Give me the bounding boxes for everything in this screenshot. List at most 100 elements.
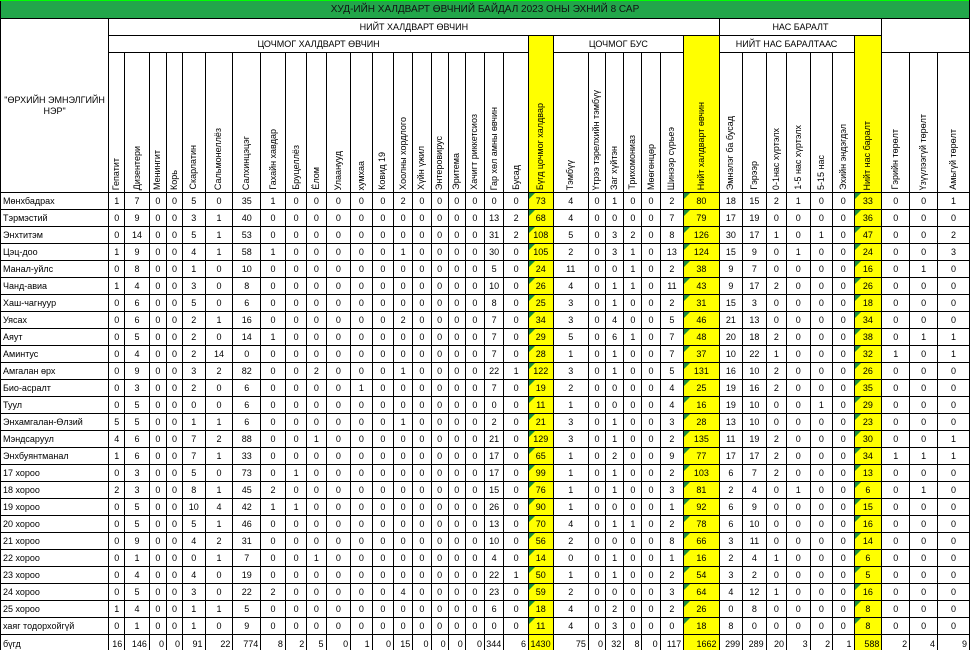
cell-value: 0 — [108, 294, 126, 312]
cell-value: 0 — [284, 583, 308, 601]
cell-value: 1 — [786, 243, 811, 261]
cell-value: 0 — [765, 243, 788, 261]
cell-value: 0 — [371, 498, 395, 516]
cell-value: 774 — [232, 634, 262, 650]
cell-value: 15 — [484, 481, 505, 499]
cell-value: 0 — [605, 532, 625, 550]
cell-value: 0 — [832, 345, 855, 363]
cell-value: 16 — [718, 362, 744, 380]
cell-value: 75 — [552, 634, 589, 650]
cell-value: 7 — [659, 328, 685, 346]
cell-value: 0 — [412, 294, 432, 312]
table-row: 18 хороо 2 3 0 0 8 1 45 2 0 0 0 0 0 0 0 0 0 0 15 0 76 1 0 1 0 0 3 81… — [0, 481, 970, 499]
cell-value: 3 — [659, 481, 685, 499]
facility-name: 21 хороо — [0, 532, 110, 550]
col-header-36: Үзүүлээгүй төрөлт — [909, 52, 939, 193]
col-header-17: Хачигт риккетсиоз — [464, 52, 486, 193]
cell-value: 0 — [786, 277, 811, 295]
cell-value: 0 — [284, 379, 308, 397]
cell-value: 103 — [683, 464, 720, 482]
cell-value: 0 — [430, 362, 449, 380]
cell-value: 0 — [765, 294, 788, 312]
cell-value: 1 — [552, 566, 589, 584]
cell-value: 2 — [809, 634, 834, 650]
col-header-26: Шинээр сүрьеэ — [659, 52, 685, 193]
cell-value: 0 — [284, 447, 308, 465]
cell-value: 0 — [587, 447, 607, 465]
cell-value: 3 — [552, 362, 589, 380]
cell-value: 4 — [484, 549, 505, 567]
cell-value: 10 — [718, 345, 744, 363]
cell-value: 1 — [623, 243, 643, 261]
col-header-8: Бруцеллёз — [284, 52, 308, 193]
cell-value: 4 — [182, 532, 206, 550]
cell-value: 4 — [108, 430, 126, 448]
cell-value: 26 — [853, 362, 883, 380]
acute-infectious-header: ЦОЧМОГ ХАЛДВАРТ ӨВЧИН — [108, 35, 529, 53]
cell-value: 0 — [165, 277, 184, 295]
cell-value: 0 — [832, 447, 855, 465]
cell-value: 0 — [623, 345, 643, 363]
cell-value: 30 — [718, 226, 744, 244]
cell-value: 2 — [659, 515, 685, 533]
cell-value: 2 — [182, 345, 206, 363]
cell-value: 0 — [371, 515, 395, 533]
facility-name: Чанд-авиа — [0, 277, 110, 295]
cell-value: 0 — [447, 583, 466, 601]
cell-value: 0 — [605, 583, 625, 601]
cell-value: 0 — [503, 498, 529, 516]
cell-value: 0 — [148, 549, 168, 567]
cell-value: 66 — [683, 532, 720, 550]
cell-value: 19 — [527, 379, 554, 397]
cell-value: 1 — [909, 328, 939, 346]
cell-value: 0 — [786, 617, 811, 635]
cell-value: 0 — [350, 226, 373, 244]
cell-value: 0 — [148, 396, 168, 414]
cell-value: 0 — [832, 379, 855, 397]
cell-value: 0 — [832, 362, 855, 380]
cell-value: 0 — [284, 294, 308, 312]
cell-value: 0 — [412, 532, 432, 550]
cell-value: 6 — [124, 311, 150, 329]
cell-value: 0 — [284, 532, 308, 550]
cell-value: 0 — [587, 583, 607, 601]
cell-value: 0 — [325, 192, 352, 210]
cell-value: 6 — [484, 600, 505, 618]
cell-value: 0 — [325, 243, 352, 261]
cell-value: 0 — [447, 464, 466, 482]
cell-value: 2 — [108, 481, 126, 499]
cell-value: 4 — [182, 243, 206, 261]
table-row: Мөнхбадрах 1 7 0 0 5 0 35 1 0 0 0 0 0 2 0 0 0 0 0 0 73 4 0 1 0 0 2 8… — [0, 192, 970, 210]
cell-value: 0 — [260, 260, 286, 278]
cell-value: 18 — [683, 617, 720, 635]
cell-value: 0 — [165, 413, 184, 431]
cell-value: 0 — [325, 600, 352, 618]
cell-value: 3 — [937, 243, 970, 261]
cell-value: 20 — [765, 634, 788, 650]
cell-value: 24 — [527, 260, 554, 278]
cell-value: 105 — [527, 243, 554, 261]
facility-name: Амгалан өрх — [0, 362, 110, 380]
cell-value: 1 — [765, 583, 788, 601]
table-row: 22 хороо 0 1 0 0 0 1 7 0 0 1 0 0 0 0 0 0 0 0 4 0 14 0 0 1 0 0 1 16 2 4… — [0, 549, 970, 567]
cell-value: 3 — [552, 413, 589, 431]
cell-value: 99 — [527, 464, 554, 482]
cell-value: 0 — [587, 566, 607, 584]
cell-value: 0 — [350, 515, 373, 533]
cell-value: 9 — [124, 209, 150, 227]
cell-value: 16 — [232, 311, 262, 329]
cell-value: 0 — [393, 515, 414, 533]
cell-value: 0 — [464, 532, 486, 550]
cell-value: 0 — [393, 617, 414, 635]
cell-value: 0 — [881, 413, 911, 431]
cell-value: 5 — [182, 192, 206, 210]
cell-value: 32 — [853, 345, 883, 363]
cell-value: 0 — [587, 226, 607, 244]
sheet-title: ХУД-ИЙН ХАЛДВАРТ ӨВЧНИЙ БАЙДАЛ 2023 ОНЫ … — [0, 0, 970, 19]
cell-value: 0 — [306, 396, 327, 414]
cell-value: 0 — [447, 549, 466, 567]
col-header-6: Салхинцэцэг — [232, 52, 262, 193]
cell-value: 0 — [306, 294, 327, 312]
cell-value: 0 — [909, 396, 939, 414]
cell-value: 1 — [204, 447, 234, 465]
